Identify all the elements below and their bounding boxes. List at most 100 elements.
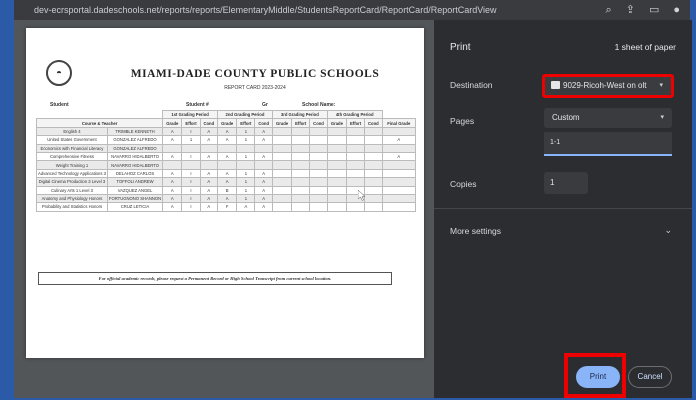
- period-2-cell: B: [217, 185, 238, 195]
- period-1-cell: A: [199, 168, 219, 179]
- pages-select[interactable]: Custom ▾: [544, 108, 672, 128]
- period-2-cell: [236, 160, 256, 170]
- course-name-cell: Comprehensive Fitness: [36, 151, 108, 162]
- period-2-cell: 1: [236, 193, 256, 204]
- teacher-name-cell: GONZALEZ ALFREDO: [106, 135, 164, 145]
- empty-period-cell: [271, 160, 293, 170]
- period-2-cell: 1: [236, 135, 256, 145]
- period-2-cell: [254, 160, 273, 170]
- final-grade-cell: [381, 177, 417, 187]
- period-2-cell: 1: [236, 177, 256, 187]
- empty-period-cell: [291, 202, 311, 212]
- teacher-name-cell: CRUZ LETICIA: [106, 202, 164, 212]
- teacher-name-cell: GONZALEZ ALFREDO: [106, 143, 164, 153]
- period-2-cell: [217, 143, 238, 153]
- more-settings-toggle[interactable]: More settings: [450, 226, 501, 236]
- final-grade-cell: [381, 202, 417, 212]
- period-1-cell: A: [162, 151, 183, 162]
- period-2-cell: A: [217, 126, 238, 137]
- empty-period-cell: [364, 160, 383, 170]
- official-records-note: For official academic records, please re…: [38, 272, 392, 285]
- share-icon[interactable]: ⇪: [626, 0, 635, 20]
- chevron-down-icon: ▾: [659, 82, 663, 89]
- empty-period-cell: [291, 135, 311, 145]
- course-name-cell: Weight Training 1: [36, 160, 108, 170]
- empty-period-cell: [271, 168, 293, 179]
- mouse-cursor-icon: [358, 190, 366, 201]
- period-2-cell: [254, 143, 273, 153]
- col-effort: Effort: [181, 118, 201, 128]
- period-header-row: 1st Grading Period 2nd Grading Period 3r…: [36, 109, 416, 120]
- student-info-row: Student Student # Gr School Name:: [26, 102, 424, 110]
- column-header-row: Course & Teacher Grade Effort Cond Grade…: [35, 118, 417, 128]
- copies-input[interactable]: 1: [544, 172, 588, 194]
- period-2-cell: A: [217, 177, 238, 187]
- period-1-cell: A: [162, 135, 183, 145]
- final-grade-cell: [381, 168, 417, 179]
- screenshot-frame: dev-ecrsportal.dadeschools.net/reports/r…: [0, 0, 696, 400]
- cancel-button[interactable]: Cancel: [628, 366, 672, 388]
- period-2-cell: A: [254, 202, 273, 212]
- destination-select[interactable]: 9029-Ricoh-West on olt ▾: [542, 74, 674, 98]
- panel-divider: [434, 208, 692, 209]
- empty-period-cell: [364, 202, 383, 212]
- url-text[interactable]: dev-ecrsportal.dadeschools.net/reports/r…: [34, 5, 497, 15]
- destination-value: 9029-Ricoh-West on olt: [563, 81, 647, 90]
- empty-period-cell: [309, 185, 328, 195]
- school-district-title: MIAMI-DADE COUNTY PUBLIC SCHOOLS: [130, 68, 380, 80]
- empty-period-cell: [271, 193, 293, 204]
- final-grade-cell: [381, 160, 417, 170]
- window-icon[interactable]: ▭: [649, 0, 659, 20]
- print-dialog-title: Print: [450, 42, 471, 53]
- course-name-cell: Economics with Financial Literacy: [36, 143, 108, 153]
- grade-row: Weight Training 1 NAVARRO HIDALBERTO: [36, 160, 417, 170]
- empty-period-cell: [326, 177, 348, 187]
- teacher-name-cell: TOFFOLI ANDREW: [106, 177, 164, 187]
- empty-period-cell: [364, 168, 383, 179]
- col-effort: Effort: [291, 118, 311, 128]
- period-1-cell: [162, 160, 183, 170]
- chevron-down-icon[interactable]: ⌄: [664, 225, 672, 236]
- empty-period-cell: [326, 135, 348, 145]
- empty-period-cell: [309, 135, 328, 145]
- print-button[interactable]: Print: [576, 366, 620, 388]
- col-effort: Effort: [346, 118, 366, 128]
- empty-period-cell: [309, 151, 328, 162]
- empty-period-cell: [291, 168, 311, 179]
- course-name-cell: Anatomy and Physiology Honors: [36, 193, 108, 204]
- zoom-icon[interactable]: ⌕: [606, 0, 612, 20]
- period-1-cell: A: [162, 185, 183, 195]
- profile-icon[interactable]: ●: [673, 0, 680, 20]
- col-cond: Cond: [309, 118, 328, 128]
- final-grade-cell: [381, 193, 417, 204]
- period-1-cell: A: [199, 193, 219, 204]
- period-1-cell: I: [181, 193, 201, 204]
- period-1-cell: A: [199, 202, 219, 212]
- grade-row: United States Government GONZALEZ ALFREDO…: [36, 135, 417, 145]
- period-2-cell: A: [217, 168, 238, 179]
- grade-row: English 4 TRIMBLE KENNETH A I A A 1 A: [36, 126, 417, 137]
- period-2-cell: [217, 160, 238, 170]
- empty-period-cell: [364, 151, 383, 162]
- teacher-name-cell: TRIMBLE KENNETH: [106, 126, 164, 137]
- teacher-name-cell: NAVARRO HIDALBERTO: [106, 160, 164, 170]
- empty-period-cell: [346, 202, 366, 212]
- empty-period-cell: [346, 177, 366, 187]
- browser-url-bar[interactable]: dev-ecrsportal.dadeschools.net/reports/r…: [14, 0, 690, 20]
- course-name-cell: Probability and Statistics Honors: [36, 202, 108, 212]
- period-1-cell: A: [162, 202, 183, 212]
- page-range-input[interactable]: 1-1: [544, 132, 672, 156]
- empty-period-cell: [326, 185, 348, 195]
- empty-period-cell: [271, 202, 293, 212]
- period-1-cell: A: [199, 126, 219, 137]
- sheet-count: 1 sheet of paper: [614, 42, 676, 52]
- period-1-cell: A: [199, 135, 219, 145]
- period-2-cell: A: [254, 193, 273, 204]
- col-cond: Cond: [199, 118, 219, 128]
- period-2-cell: A: [254, 177, 273, 187]
- period-4-header: 4th Grading Period: [326, 109, 383, 120]
- empty-period-cell: [271, 151, 293, 162]
- empty-period-cell: [346, 143, 366, 153]
- period-2-cell: A: [254, 168, 273, 179]
- period-1-header: 1st Grading Period: [162, 109, 219, 120]
